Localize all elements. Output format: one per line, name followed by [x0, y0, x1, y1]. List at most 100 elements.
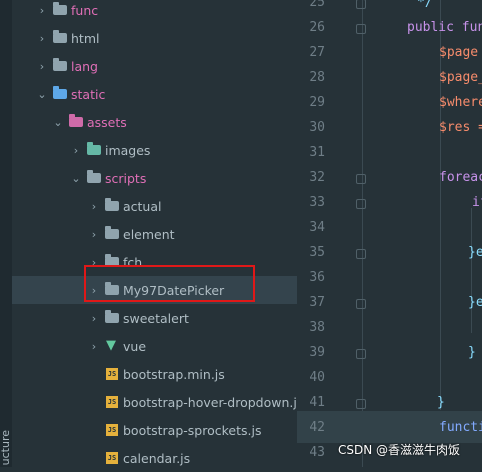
folder-icon: [87, 170, 101, 183]
chevron-right-icon[interactable]: ›: [36, 4, 48, 17]
code-line[interactable]: 33 if: [297, 195, 482, 220]
folder-icon: [53, 2, 67, 15]
line-number: 32: [309, 170, 325, 185]
code-line[interactable]: 30 $res =: [297, 120, 482, 145]
fold-marker-icon[interactable]: [356, 249, 366, 259]
structure-tool-strip[interactable]: ucture: [0, 0, 12, 467]
code-line[interactable]: 40: [297, 370, 482, 395]
line-number: 33: [309, 195, 325, 210]
structure-tool-label[interactable]: ucture: [0, 430, 12, 465]
chevron-right-icon[interactable]: ›: [36, 60, 48, 73]
fold-marker-icon[interactable]: [356, 349, 366, 359]
code-line[interactable]: 38: [297, 320, 482, 345]
code-line[interactable]: 32 foreac: [297, 170, 482, 195]
code-line[interactable]: 25 */: [297, 0, 482, 20]
code-text: foreac: [439, 170, 482, 185]
chevron-right-icon[interactable]: ›: [36, 32, 48, 45]
chevron-down-icon[interactable]: ⌄: [52, 116, 64, 129]
line-number: 34: [309, 220, 325, 235]
fold-marker-icon[interactable]: [356, 199, 366, 209]
line-number: 28: [309, 70, 325, 85]
fold-marker-icon[interactable]: [356, 174, 366, 184]
line-number: 39: [309, 345, 325, 360]
tree-item-label: lang: [71, 58, 98, 74]
fold-marker-icon[interactable]: [356, 24, 366, 34]
line-number: 42: [309, 420, 325, 435]
javascript-file-icon: JS: [106, 368, 118, 380]
folder-icon: [105, 226, 119, 239]
code-text: }: [468, 345, 476, 360]
fold-marker-icon[interactable]: [356, 0, 366, 9]
code-text: $where: [439, 95, 482, 110]
line-number: 30: [309, 120, 325, 135]
code-text: }e: [468, 245, 482, 260]
csdn-watermark: CSDN @香滋滋牛肉饭: [338, 443, 461, 457]
tree-item-label: vue: [123, 338, 147, 354]
folder-icon: [105, 198, 119, 211]
line-number: 40: [309, 370, 325, 385]
line-number: 26: [309, 20, 325, 35]
code-line[interactable]: 26 public fun: [297, 20, 482, 45]
code-line[interactable]: 34: [297, 220, 482, 245]
folder-icon: [53, 86, 67, 99]
line-number: 38: [309, 320, 325, 335]
tree-item-label: actual: [123, 198, 162, 214]
code-text: $res =: [439, 120, 482, 135]
project-tree[interactable]: ucture › func › html › lang ⌄ static ⌄ assets › ima…: [0, 0, 373, 467]
code-line[interactable]: 36: [297, 270, 482, 295]
tree-item-label: static: [71, 86, 106, 102]
fold-marker-icon[interactable]: [356, 399, 366, 409]
code-text: functi: [439, 420, 482, 435]
folder-icon: [53, 30, 67, 43]
chevron-right-icon[interactable]: ›: [88, 312, 100, 325]
folder-icon: [53, 58, 67, 71]
line-number: 37: [309, 295, 325, 310]
tree-item-label: element: [123, 226, 175, 242]
folder-icon: [69, 114, 83, 127]
line-number: 43: [309, 445, 325, 460]
javascript-file-icon: JS: [106, 452, 118, 464]
code-line[interactable]: 27 $page: [297, 45, 482, 70]
chevron-right-icon[interactable]: ›: [88, 200, 100, 213]
folder-item[interactable]: › lang: [12, 52, 321, 80]
chevron-right-icon[interactable]: ›: [88, 228, 100, 241]
code-text: }: [437, 395, 445, 410]
chevron-right-icon[interactable]: ›: [70, 144, 82, 157]
chevron-right-icon[interactable]: ›: [88, 340, 100, 353]
code-text: }e: [468, 295, 482, 310]
javascript-file-icon: JS: [106, 396, 118, 408]
fold-marker-icon[interactable]: [356, 299, 366, 309]
code-line[interactable]: 37 }e: [297, 295, 482, 320]
tree-item-label: bootstrap-sprockets.js: [123, 422, 262, 438]
folder-item[interactable]: › html: [12, 24, 321, 52]
tree-item-label: calendar.js: [123, 450, 191, 466]
javascript-file-icon: JS: [106, 424, 118, 436]
line-number: 31: [309, 145, 325, 160]
vue-folder-icon: ▼: [106, 338, 116, 353]
line-number: 36: [309, 270, 325, 285]
folder-icon: [87, 142, 101, 155]
chevron-down-icon[interactable]: ⌄: [70, 172, 82, 185]
code-line[interactable]: 28 $page_: [297, 70, 482, 95]
code-text: if: [472, 195, 482, 210]
tree-item-label: func: [71, 2, 99, 18]
tree-item-label: html: [71, 30, 100, 46]
line-number: 35: [309, 245, 325, 260]
code-line[interactable]: 39}: [297, 345, 482, 370]
code-line[interactable]: 31: [297, 145, 482, 170]
folder-item[interactable]: ⌄ static: [12, 80, 321, 108]
tree-item-label: sweetalert: [123, 310, 189, 326]
code-line[interactable]: 41}: [297, 395, 482, 420]
folder-item[interactable]: › func: [12, 0, 321, 24]
tree-item-label: assets: [87, 114, 127, 130]
code-text: */: [417, 0, 433, 10]
chevron-down-icon[interactable]: ⌄: [36, 88, 48, 101]
tree-item-label: bootstrap-hover-dropdown.js: [123, 394, 304, 410]
tree-item-label: bootstrap.min.js: [123, 366, 225, 382]
code-line[interactable]: 29 $where: [297, 95, 482, 120]
code-line[interactable]: 35 }e: [297, 245, 482, 270]
folder-item[interactable]: ⌄ assets: [12, 108, 337, 136]
code-text: $page_: [439, 70, 482, 85]
code-text: public fun: [407, 20, 482, 35]
tree-item-label: scripts: [105, 170, 147, 186]
